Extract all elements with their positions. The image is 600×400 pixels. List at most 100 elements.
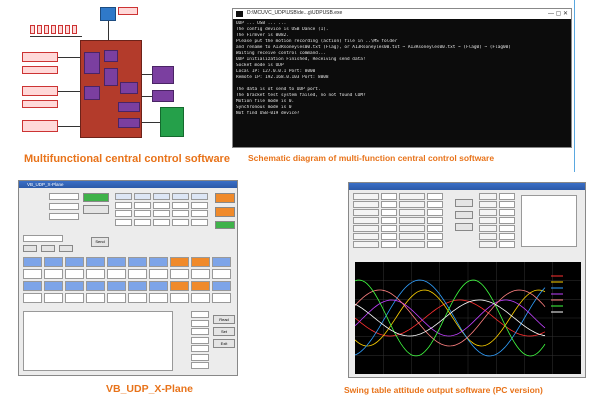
data-tile[interactable]	[23, 281, 42, 291]
value-field[interactable]	[381, 217, 397, 224]
send-button[interactable]: Send	[91, 237, 109, 247]
value-field[interactable]	[381, 209, 397, 216]
orange-button[interactable]	[215, 207, 235, 217]
value-field[interactable]	[427, 217, 443, 224]
small-button[interactable]	[23, 245, 37, 252]
data-tile[interactable]	[23, 257, 42, 267]
data-tile[interactable]	[149, 269, 168, 279]
value-field[interactable]	[191, 362, 209, 369]
value-field[interactable]	[499, 193, 515, 200]
set-button[interactable]: Set	[213, 327, 235, 336]
value-field[interactable]	[427, 193, 443, 200]
grid-field[interactable]	[172, 201, 189, 209]
data-tile[interactable]	[128, 293, 147, 303]
data-tile[interactable]	[128, 269, 147, 279]
text-field[interactable]	[23, 235, 63, 242]
data-tile[interactable]	[149, 281, 168, 291]
value-field[interactable]	[191, 319, 209, 327]
value-field[interactable]	[499, 233, 515, 240]
value-field[interactable]	[381, 241, 397, 248]
grid-field[interactable]	[115, 201, 132, 209]
grid-field[interactable]	[153, 193, 170, 200]
value-field[interactable]	[191, 336, 209, 344]
grid-field[interactable]	[191, 218, 208, 226]
orange-button[interactable]	[215, 193, 235, 203]
action-button[interactable]	[455, 199, 473, 207]
data-tile[interactable]	[170, 293, 189, 303]
value-field[interactable]	[499, 225, 515, 232]
value-field[interactable]	[191, 345, 209, 352]
data-tile[interactable]	[86, 257, 105, 267]
data-tile[interactable]	[65, 293, 84, 303]
exit-button[interactable]: Exit	[213, 339, 235, 348]
value-field[interactable]	[381, 233, 397, 240]
grid-field[interactable]	[172, 218, 189, 226]
data-tile[interactable]	[149, 257, 168, 267]
data-tile[interactable]	[23, 293, 42, 303]
log-area[interactable]	[23, 311, 173, 371]
value-field[interactable]	[191, 311, 209, 318]
grid-field[interactable]	[115, 210, 132, 217]
data-tile[interactable]	[212, 281, 231, 291]
action-button[interactable]	[455, 211, 473, 219]
data-tile[interactable]	[128, 281, 147, 291]
window-controls[interactable]: — ▢ ✕	[548, 10, 568, 17]
value-field[interactable]	[499, 201, 515, 208]
value-field[interactable]	[381, 225, 397, 232]
grid-field[interactable]	[153, 218, 170, 226]
value-field[interactable]	[427, 225, 443, 232]
data-tile[interactable]	[23, 269, 42, 279]
data-tile[interactable]	[65, 281, 84, 291]
action-button[interactable]	[455, 223, 473, 231]
grid-field[interactable]	[134, 201, 151, 209]
green-button[interactable]	[215, 221, 235, 229]
text-field[interactable]	[49, 193, 79, 200]
list-box[interactable]	[521, 195, 577, 247]
grid-field[interactable]	[191, 193, 208, 200]
data-tile[interactable]	[86, 269, 105, 279]
data-tile[interactable]	[191, 293, 210, 303]
data-tile[interactable]	[212, 293, 231, 303]
value-field[interactable]	[499, 241, 515, 248]
grid-field[interactable]	[115, 218, 132, 226]
value-field[interactable]	[191, 353, 209, 361]
grid-field[interactable]	[172, 210, 189, 217]
grid-field[interactable]	[153, 210, 170, 217]
text-field[interactable]	[49, 203, 79, 210]
data-tile[interactable]	[170, 281, 189, 291]
data-tile[interactable]	[149, 293, 168, 303]
data-tile[interactable]	[65, 269, 84, 279]
data-tile[interactable]	[107, 257, 126, 267]
grid-field[interactable]	[172, 193, 189, 200]
data-tile[interactable]	[86, 281, 105, 291]
data-tile[interactable]	[191, 257, 210, 267]
data-tile[interactable]	[44, 281, 63, 291]
small-button[interactable]	[41, 245, 55, 252]
data-tile[interactable]	[170, 257, 189, 267]
value-field[interactable]	[381, 201, 397, 208]
value-field[interactable]	[427, 209, 443, 216]
data-tile[interactable]	[191, 281, 210, 291]
data-tile[interactable]	[44, 293, 63, 303]
value-field[interactable]	[499, 217, 515, 224]
value-field[interactable]	[427, 201, 443, 208]
connect-button[interactable]	[83, 193, 109, 202]
grid-field[interactable]	[134, 193, 151, 200]
data-tile[interactable]	[191, 269, 210, 279]
data-tile[interactable]	[107, 281, 126, 291]
grid-field[interactable]	[191, 201, 208, 209]
data-tile[interactable]	[128, 257, 147, 267]
text-field[interactable]	[49, 213, 79, 220]
value-field[interactable]	[427, 241, 443, 248]
grid-field[interactable]	[115, 193, 132, 200]
data-tile[interactable]	[107, 269, 126, 279]
data-tile[interactable]	[44, 269, 63, 279]
value-field[interactable]	[381, 193, 397, 200]
grid-field[interactable]	[191, 210, 208, 217]
value-field[interactable]	[191, 328, 209, 335]
value-field[interactable]	[427, 233, 443, 240]
value-field[interactable]	[499, 209, 515, 216]
data-tile[interactable]	[44, 257, 63, 267]
data-tile[interactable]	[86, 293, 105, 303]
data-tile[interactable]	[170, 269, 189, 279]
